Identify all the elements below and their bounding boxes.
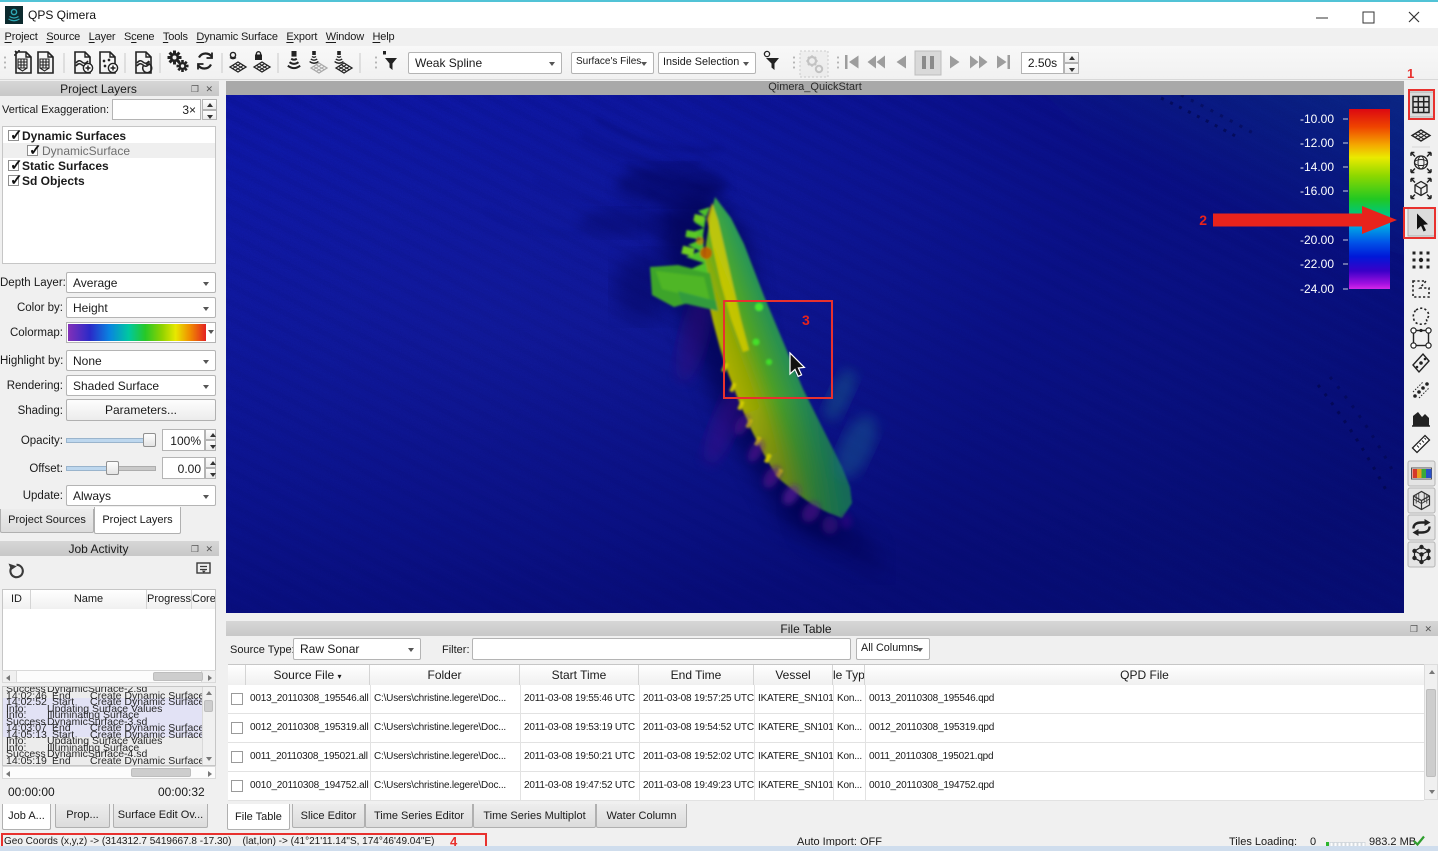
svg-text:-24.00: -24.00 [1300, 282, 1334, 296]
svg-text:-12.00: -12.00 [1300, 136, 1334, 150]
svg-text:2: 2 [1199, 212, 1207, 228]
svg-text:-22.00: -22.00 [1300, 257, 1334, 271]
svg-text:-10.00: -10.00 [1300, 112, 1334, 126]
svg-text:-20.00: -20.00 [1300, 233, 1334, 247]
svg-text:-14.00: -14.00 [1300, 160, 1334, 174]
svg-text:3: 3 [802, 312, 810, 328]
svg-text:-16.00: -16.00 [1300, 184, 1334, 198]
